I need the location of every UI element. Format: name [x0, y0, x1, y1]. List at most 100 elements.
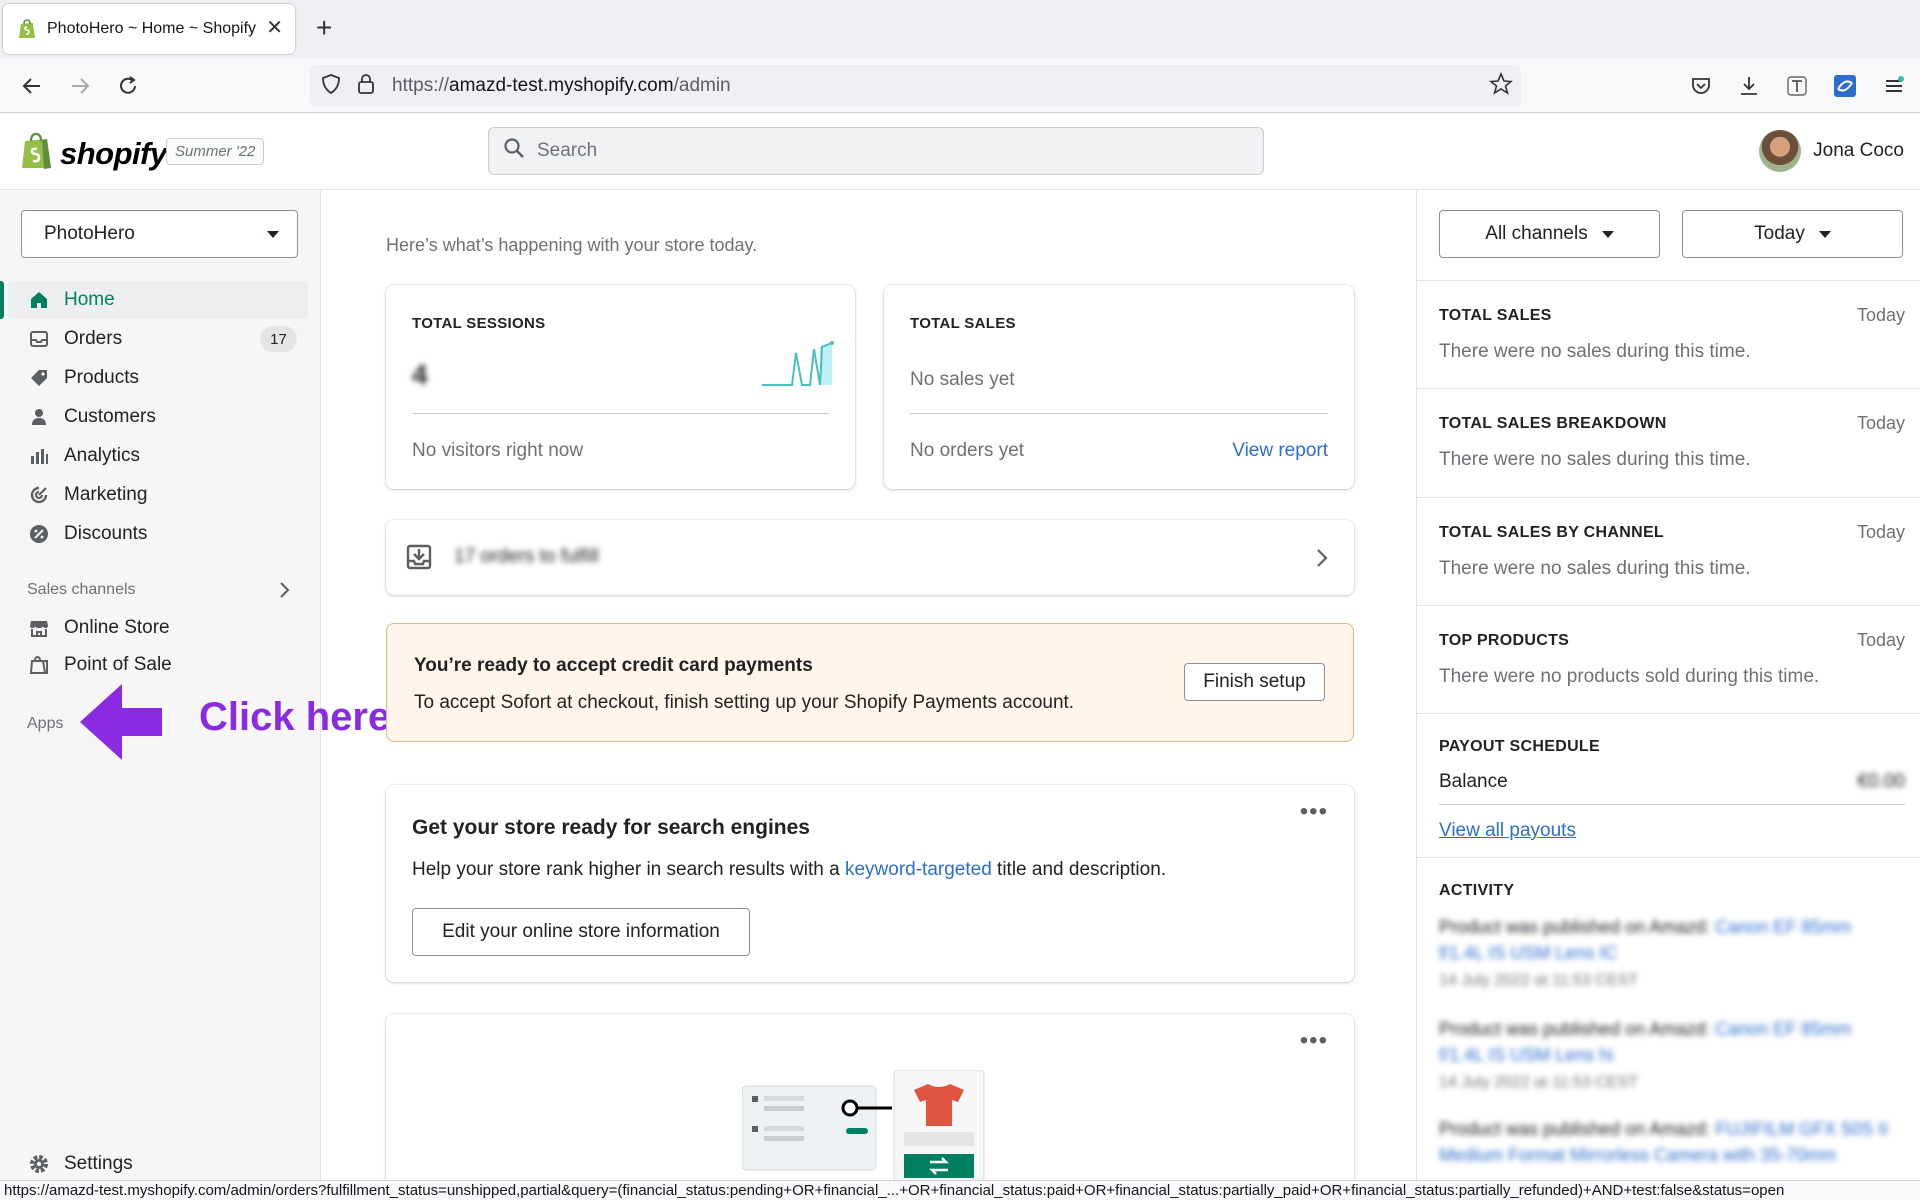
tab-close-icon[interactable]: ✕ — [266, 18, 283, 38]
shopify-wordmark: shopify — [60, 135, 167, 171]
orders-to-fulfill-card[interactable]: 17 orders to fulfill — [386, 520, 1354, 595]
total-sales-breakdown-section[interactable]: TOTAL SALES BREAKDOWN Today There were n… — [1417, 389, 1920, 498]
apps-heading[interactable]: Apps — [27, 715, 63, 733]
sidebar-item-products[interactable]: Products — [0, 360, 321, 396]
sidebar-item-label: Home — [64, 289, 115, 310]
sidebar-item-discounts[interactable]: Discounts — [0, 516, 321, 552]
search-input[interactable]: Search — [488, 127, 1264, 175]
total-sales-by-channel-section[interactable]: TOTAL SALES BY CHANNEL Today There were … — [1417, 498, 1920, 606]
banner-body: To accept Sofort at checkout, finish set… — [414, 692, 1075, 713]
sidebar-item-settings[interactable]: Settings — [0, 1146, 321, 1182]
section-title: TOP PRODUCTS — [1439, 632, 1570, 649]
edition-badge[interactable]: Summer '22 — [166, 138, 265, 165]
section-period: Today — [1856, 630, 1905, 650]
section-body: There were no sales during this time. — [1439, 558, 1751, 579]
shopify-logo[interactable]: shopify — [20, 132, 167, 175]
reload-icon[interactable] — [114, 72, 142, 100]
sidebar-item-label: Products — [64, 367, 139, 388]
channels-filter-dropdown[interactable]: All channels — [1439, 210, 1660, 258]
edit-store-info-button[interactable]: Edit your online store information — [412, 908, 750, 956]
card-title: TOTAL SESSIONS — [412, 315, 546, 332]
activity-timestamp: 14 July 2022 at 11:53 CEST — [1439, 1074, 1638, 1091]
back-icon[interactable] — [18, 72, 46, 100]
section-title: TOTAL SALES BREAKDOWN — [1439, 415, 1667, 432]
shopify-topbar: shopify Summer '22 Search Jona Coco — [0, 114, 1920, 190]
url-text: https://amazd-test.myshopify.com/admin — [392, 75, 731, 96]
forward-icon[interactable] — [66, 72, 94, 100]
sidebar-item-orders[interactable]: Orders 17 — [0, 321, 321, 357]
shield-icon[interactable] — [320, 73, 342, 100]
search-icon — [503, 137, 525, 165]
card-divider — [412, 413, 829, 414]
date-filter-dropdown[interactable]: Today — [1682, 210, 1903, 258]
keyword-targeted-link[interactable]: keyword-targeted — [845, 859, 992, 880]
top-products-section[interactable]: TOP PRODUCTS Today There were no product… — [1417, 606, 1920, 714]
pocket-icon[interactable] — [1687, 72, 1715, 100]
activity-entry: Product was published on Amazd: FUJIFILM… — [1439, 1119, 1889, 1165]
activity-entry: Product was published on Amazd: Canon EF… — [1439, 1019, 1852, 1091]
store-selector[interactable]: PhotoHero — [21, 210, 298, 258]
seo-title: Get your store ready for search engines — [412, 816, 810, 839]
orders-icon — [28, 328, 50, 350]
sales-footer: No orders yet — [910, 440, 1025, 461]
browser-tab[interactable]: PhotoHero ~ Home ~ Shopify ✕ — [3, 4, 295, 54]
banner-title: You’re ready to accept credit card payme… — [414, 655, 813, 676]
caret-down-icon — [1601, 230, 1614, 238]
sidebar-item-analytics[interactable]: Analytics — [0, 438, 321, 474]
search-placeholder: Search — [537, 140, 598, 161]
shopify-favicon-icon — [17, 18, 37, 40]
discount-icon — [28, 523, 50, 545]
sessions-value: 4 — [412, 359, 428, 390]
activity-timestamp: 14 July 2022 at 11:53 CEST — [1439, 972, 1638, 989]
total-sales-card[interactable]: TOTAL SALES No sales yet No orders yet V… — [884, 285, 1354, 489]
translate-extension-icon[interactable] — [1783, 72, 1811, 100]
sidebar-item-marketing[interactable]: Marketing — [0, 477, 321, 513]
activity-section: ACTIVITY Product was published on Amazd:… — [1417, 858, 1920, 1180]
browser-tab-strip: PhotoHero ~ Home ~ Shopify ✕ + — [0, 0, 1920, 59]
intro-text: Here’s what’s happening with your store … — [386, 235, 758, 255]
tag-icon — [28, 367, 50, 389]
date-filter-label: Today — [1754, 223, 1805, 244]
person-icon — [28, 406, 50, 428]
more-options-icon[interactable]: ••• — [1300, 800, 1328, 824]
gear-icon — [28, 1153, 50, 1175]
section-period: Today — [1856, 413, 1905, 433]
sidebar-item-customers[interactable]: Customers — [0, 399, 321, 435]
sidebar-item-online-store[interactable]: Online Store — [0, 610, 321, 646]
view-report-link[interactable]: View report — [1232, 440, 1328, 462]
more-options-icon[interactable]: ••• — [1300, 1029, 1328, 1053]
browser-tab-title: PhotoHero ~ Home ~ Shopify — [47, 20, 257, 37]
sidebar-item-label: Discounts — [64, 523, 148, 544]
download-icon[interactable] — [1735, 72, 1763, 100]
sales-channels-heading: Sales channels — [27, 581, 136, 598]
total-sales-section[interactable]: TOTAL SALES Today There were no sales du… — [1417, 281, 1920, 389]
app-menu-icon[interactable] — [1880, 72, 1908, 100]
pos-bag-icon — [28, 654, 50, 676]
total-sessions-card[interactable]: TOTAL SESSIONS 4 No visitors right now — [386, 285, 855, 489]
sidebar-item-home[interactable]: Home — [0, 282, 321, 318]
payout-schedule-section: PAYOUT SCHEDULE Balance €0.00 View all p… — [1417, 714, 1920, 858]
sessions-sparkline — [762, 341, 834, 392]
chevron-right-icon — [1316, 548, 1328, 573]
shopify-bag-icon — [20, 132, 54, 175]
orders-count-badge: 17 — [260, 326, 297, 352]
right-panel: All channels Today TOTAL SALES Today The… — [1416, 190, 1920, 1180]
new-tab-icon[interactable]: + — [316, 14, 332, 42]
section-title: TOTAL SALES BY CHANNEL — [1439, 524, 1664, 541]
extension-icon[interactable] — [1831, 72, 1859, 100]
finish-setup-button[interactable]: Finish setup — [1184, 663, 1325, 701]
store-name: PhotoHero — [44, 223, 135, 244]
browser-status-url: https://amazd-test.myshopify.com/admin/o… — [0, 1180, 1920, 1200]
lock-icon[interactable] — [356, 73, 376, 100]
address-bar[interactable]: https://amazd-test.myshopify.com/admin — [310, 65, 1521, 107]
sidebar-item-label: Orders — [64, 328, 123, 349]
bookmark-star-icon[interactable] — [1488, 71, 1514, 101]
browser-navbar: https://amazd-test.myshopify.com/admin — [0, 59, 1920, 113]
user-menu[interactable]: Jona Coco — [1759, 130, 1904, 172]
sidebar-item-point-of-sale[interactable]: Point of Sale — [0, 647, 321, 683]
balance-label: Balance — [1439, 771, 1508, 792]
chevron-right-icon[interactable] — [278, 580, 292, 605]
sessions-footer: No visitors right now — [412, 440, 584, 461]
sidebar-item-label: Online Store — [64, 617, 170, 638]
view-all-payouts-link[interactable]: View all payouts — [1439, 820, 1576, 842]
